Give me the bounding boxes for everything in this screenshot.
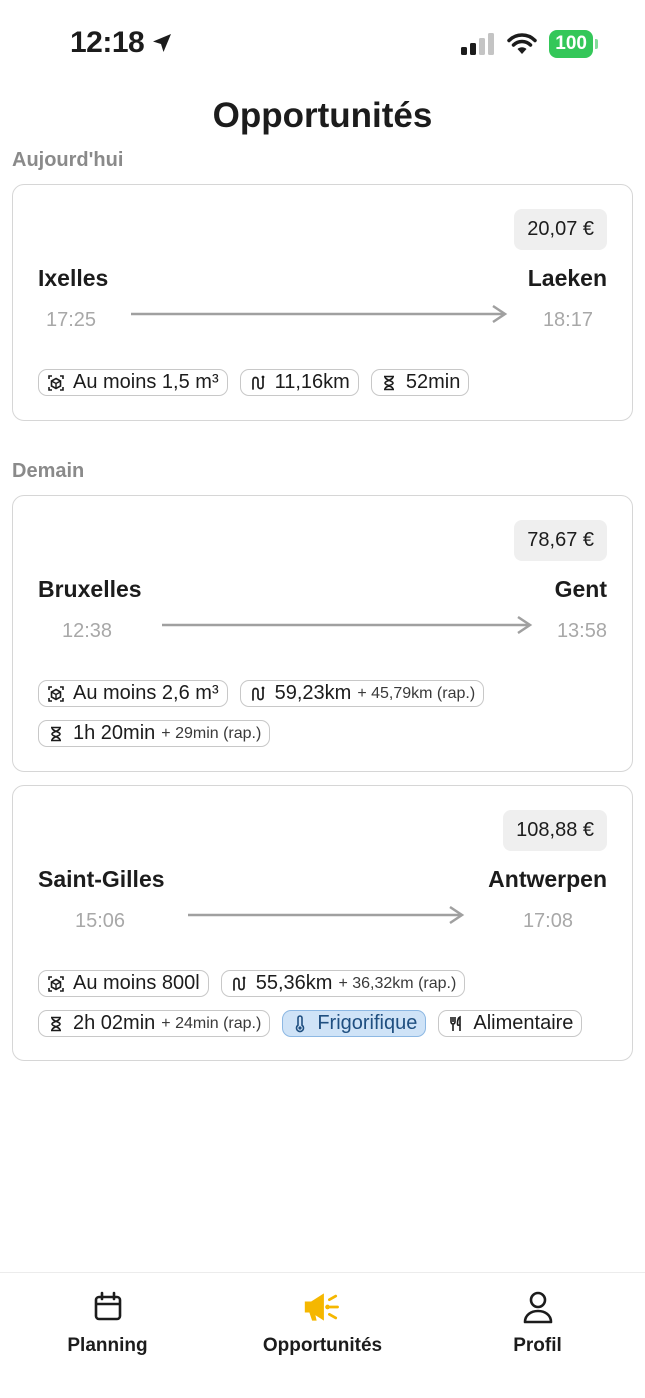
destination-city: Laeken <box>527 265 607 291</box>
tag-extra: + 29min (rap.) <box>161 724 262 742</box>
price-badge: 108,88 € <box>503 810 607 851</box>
destination-city: Antwerpen <box>488 866 607 892</box>
destination-city: Gent <box>554 576 607 602</box>
origin-city: Bruxelles <box>38 576 142 602</box>
nav-item-profile[interactable]: Profil <box>430 1273 645 1398</box>
tag-label: 59,23km <box>274 682 352 704</box>
origin-city: Ixelles <box>38 265 109 291</box>
tag-row: 2h 02min + 24min (rap.) Frigorifique Ali… <box>38 1010 583 1037</box>
section-label-tomorrow: Demain <box>12 460 85 482</box>
wifi-icon <box>507 33 538 54</box>
tag-row: Au moins 2,6 m³ 59,23km + 45,79km (rap.) <box>38 680 485 707</box>
nav-label: Profil <box>513 1335 562 1356</box>
status-indicators: 100 <box>461 30 598 58</box>
volume-tag: Au moins 2,6 m³ <box>38 680 228 707</box>
tag-row: 1h 20min + 29min (rap.) <box>38 720 271 747</box>
box-icon <box>48 685 64 702</box>
calendar-icon <box>88 1287 128 1327</box>
distance-tag: 59,23km + 45,79km (rap.) <box>239 680 485 707</box>
price-badge: 20,07 € <box>514 209 607 250</box>
route-arrow-icon <box>131 304 508 324</box>
departure-time: 15:06 <box>75 910 126 932</box>
volume-tag: Au moins 1,5 m³ <box>38 369 228 396</box>
tag-extra: + 24min (rap.) <box>161 1014 262 1032</box>
box-icon <box>48 975 64 992</box>
clock-text: 12:18 <box>70 26 145 59</box>
hourglass-icon <box>51 726 61 741</box>
departure-time: 12:38 <box>62 620 113 642</box>
tag-label: 1h 20min <box>73 722 156 744</box>
arrival-time: 18:17 <box>542 309 593 331</box>
arrival-time: 17:08 <box>522 910 573 932</box>
megaphone-icon <box>303 1287 343 1327</box>
refrigerated-tag: Frigorifique <box>282 1010 427 1037</box>
opportunity-card[interactable]: 78,67 € Bruxelles Gent 12:38 13:58 Au mo… <box>12 495 633 772</box>
hourglass-icon <box>51 1016 61 1031</box>
price-badge: 78,67 € <box>514 520 607 561</box>
opportunity-card[interactable]: 20,07 € Ixelles Laeken 17:25 18:17 Au mo… <box>12 184 633 421</box>
user-icon <box>518 1287 558 1327</box>
distance-tag: 55,36km + 36,32km (rap.) <box>220 970 466 997</box>
departure-time: 17:25 <box>46 309 97 331</box>
status-bar: 12:18 100 <box>0 0 645 88</box>
hourglass-icon <box>383 375 394 390</box>
battery-indicator: 100 <box>549 30 598 58</box>
opportunity-card[interactable]: 108,88 € Saint-Gilles Antwerpen 15:06 17… <box>12 785 633 1061</box>
tag-label: Au moins 1,5 m³ <box>73 371 219 393</box>
tag-label: Frigorifique <box>317 1012 418 1034</box>
duration-tag: 1h 20min + 29min (rap.) <box>38 720 271 747</box>
duration-tag: 2h 02min + 24min (rap.) <box>38 1010 271 1037</box>
arrival-time: 13:58 <box>556 620 607 642</box>
route-arrow-icon <box>162 615 533 635</box>
tag-label: 55,36km <box>255 972 333 994</box>
section-label-today: Aujourd'hui <box>12 149 124 171</box>
status-time: 12:18 <box>70 26 174 60</box>
origin-city: Saint-Gilles <box>38 866 165 892</box>
route-arrow-icon <box>188 905 465 925</box>
tag-label: 52min <box>405 371 461 393</box>
route-icon <box>251 375 265 390</box>
volume-tag: Au moins 800l <box>38 970 209 997</box>
battery-level: 100 <box>555 33 587 54</box>
tag-label: 11,16km <box>274 371 350 393</box>
distance-tag: 11,16km <box>239 369 359 396</box>
tag-row: Au moins 800l 55,36km + 36,32km (rap.) <box>38 970 466 997</box>
route-icon <box>232 976 246 991</box>
tag-extra: + 45,79km (rap.) <box>357 684 476 702</box>
food-tag: Alimentaire <box>438 1010 583 1037</box>
box-icon <box>48 374 64 391</box>
tag-label: Alimentaire <box>473 1012 574 1034</box>
nav-label: Planning <box>67 1335 148 1356</box>
location-arrow-icon <box>153 34 172 52</box>
tag-label: 2h 02min <box>73 1012 156 1034</box>
tag-label: Au moins 2,6 m³ <box>73 682 219 704</box>
nav-item-opportunities[interactable]: Opportunités <box>215 1273 430 1398</box>
page-title: Opportunités <box>212 96 433 135</box>
nav-item-planning[interactable]: Planning <box>0 1273 215 1398</box>
bottom-navigation: Planning Opportunités Profil <box>0 1272 645 1398</box>
tag-label: Au moins 800l <box>73 972 200 994</box>
thermometer-icon <box>296 1014 305 1032</box>
nav-label: Opportunités <box>262 1335 383 1356</box>
duration-tag: 52min <box>370 369 470 396</box>
tag-row: Au moins 1,5 m³ 11,16km 52min <box>38 369 470 396</box>
cellular-signal-icon <box>461 33 495 55</box>
utensils-icon <box>450 1015 462 1031</box>
tag-extra: + 36,32km (rap.) <box>338 974 457 992</box>
route-icon <box>251 686 265 701</box>
